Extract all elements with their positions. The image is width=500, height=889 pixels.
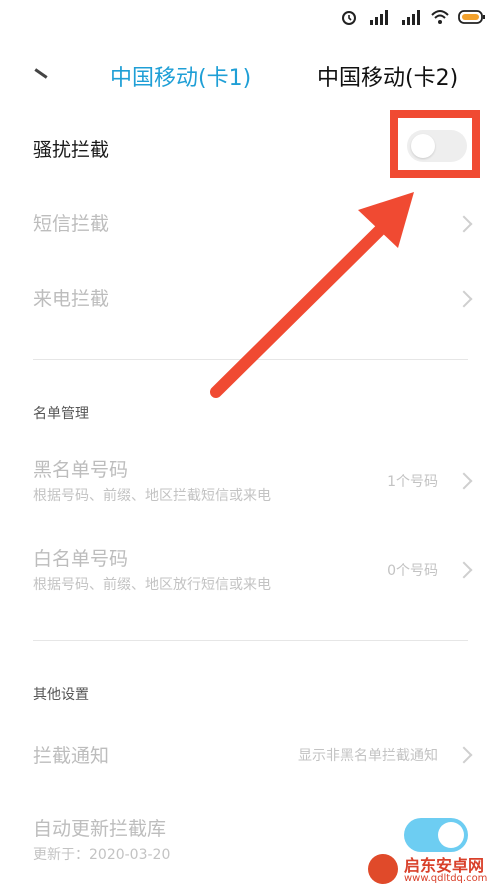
watermark: 启东安卓网 www.qdltdq.com (368, 852, 498, 888)
annotation-arrow (210, 192, 414, 398)
watermark-logo-icon (368, 854, 398, 884)
watermark-url: www.qdltdq.com (404, 873, 488, 884)
